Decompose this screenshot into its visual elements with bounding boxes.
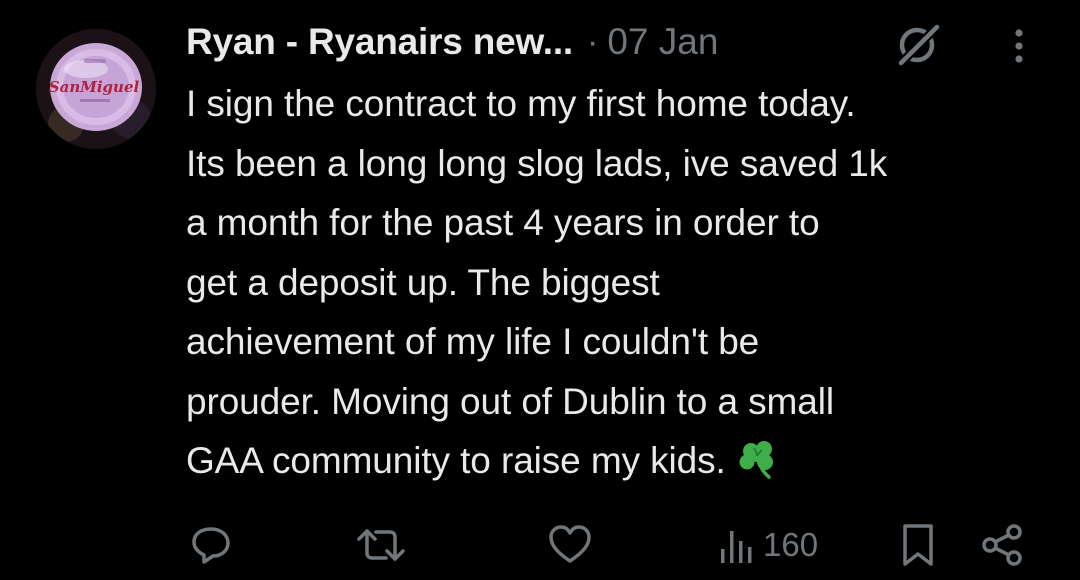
views-count: 160 xyxy=(763,526,819,563)
like-button[interactable] xyxy=(547,515,593,575)
tweet-text: I sign the contract to my first home tod… xyxy=(186,74,1056,497)
bookmark-button[interactable] xyxy=(900,515,936,575)
views-button[interactable]: 160 xyxy=(719,515,818,575)
grok-icon[interactable] xyxy=(895,20,943,68)
timestamp[interactable]: 07 Jan xyxy=(607,21,718,63)
share-button[interactable] xyxy=(980,515,1024,575)
heart-icon xyxy=(549,525,591,563)
separator-dot: · xyxy=(586,22,599,61)
retweet-icon xyxy=(357,529,405,561)
share-icon xyxy=(982,524,1022,566)
avatar-image: SanMiguel xyxy=(36,29,156,149)
avatar-logo-text: SanMiguel xyxy=(49,78,140,96)
tweet-header: Ryan - Ryanairs new... · 07 Jan xyxy=(186,16,718,68)
author-name[interactable]: Ryan - Ryanairs new... xyxy=(186,21,573,63)
tweet: SanMiguel Ryan - Ryanairs new... · 07 Ja… xyxy=(0,0,1080,580)
tweet-actions: 160 xyxy=(0,515,1080,575)
tweet-text-line: GAA community to raise my kids. xyxy=(186,440,726,481)
retweet-button[interactable] xyxy=(354,515,408,575)
more-options-icon[interactable] xyxy=(1004,24,1034,68)
avatar[interactable]: SanMiguel xyxy=(36,29,156,149)
shamrock-icon xyxy=(734,437,782,497)
reply-icon xyxy=(192,527,230,564)
tweet-text-line: a month for the past 4 years in order to xyxy=(186,202,820,243)
reply-button[interactable] xyxy=(189,515,233,575)
tweet-text-line: I sign the contract to my first home tod… xyxy=(186,83,856,124)
tweet-text-line: Its been a long long slog lads, ive save… xyxy=(186,142,888,184)
views-icon xyxy=(721,531,752,563)
bookmark-icon xyxy=(903,524,933,566)
tweet-text-line: get a deposit up. The biggest xyxy=(186,261,660,303)
tweet-text-line: achievement of my life I couldn't be xyxy=(186,321,760,362)
tweet-text-line: prouder. Moving out of Dublin to a small xyxy=(186,380,834,422)
